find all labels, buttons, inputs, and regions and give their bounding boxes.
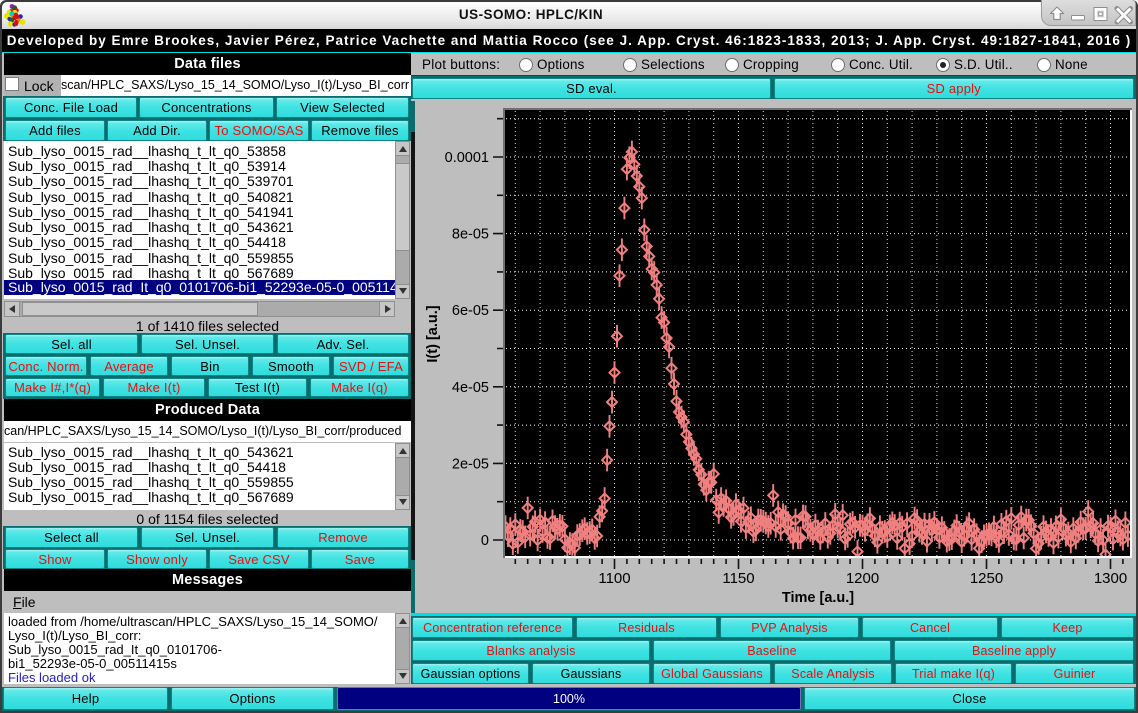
svg-text:1100: 1100	[598, 570, 630, 587]
svg-text:I(t) [a.u.]: I(t) [a.u.]	[425, 305, 441, 362]
svg-text:2e-05: 2e-05	[452, 456, 489, 472]
svg-text:6e-05: 6e-05	[452, 303, 489, 319]
svg-text:4e-05: 4e-05	[452, 380, 489, 396]
svg-text:1200: 1200	[846, 570, 879, 587]
svg-text:8e-05: 8e-05	[452, 227, 489, 243]
svg-text:Time [a.u.]: Time [a.u.]	[782, 590, 854, 606]
svg-text:1250: 1250	[970, 570, 1003, 587]
svg-text:1150: 1150	[722, 570, 754, 587]
svg-text:0.0001: 0.0001	[445, 150, 489, 166]
svg-text:0: 0	[481, 533, 489, 549]
svg-text:1300: 1300	[1094, 570, 1127, 587]
